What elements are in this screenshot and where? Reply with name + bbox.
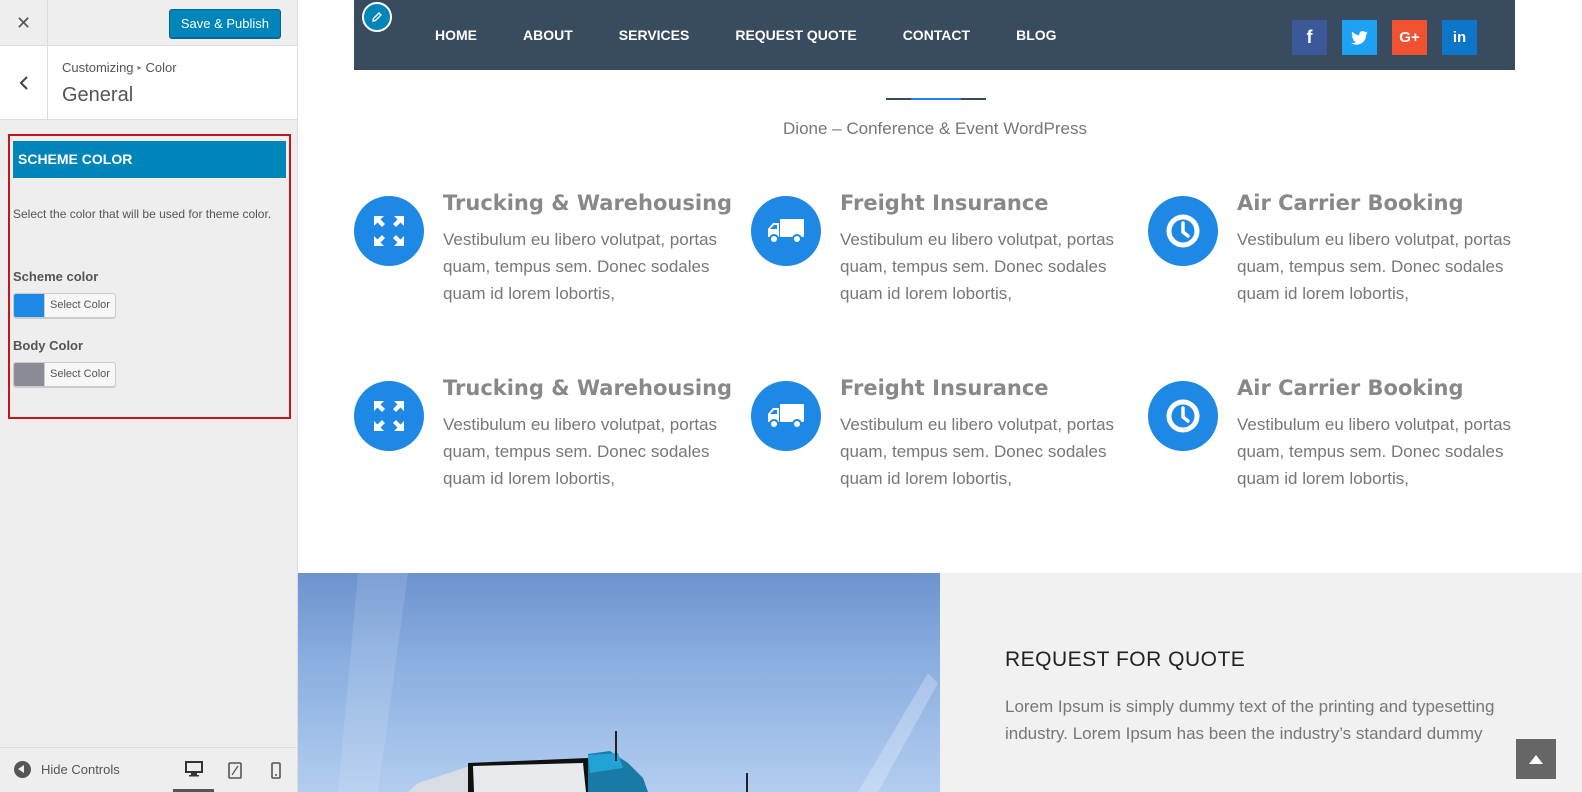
preview-mobile-button[interactable]: [255, 748, 296, 792]
chevron-left-icon: [19, 75, 28, 90]
scheme-color-swatch: [14, 294, 45, 317]
feature-icon-circle: [751, 381, 821, 451]
close-customizer-button[interactable]: ✕: [0, 0, 48, 46]
facebook-link[interactable]: f: [1292, 20, 1327, 55]
feature-text: Vestibulum eu libero volutpat, portas qu…: [840, 415, 1115, 488]
select-color-label: Select Color: [50, 368, 110, 380]
truck-photo-illustration: [338, 573, 938, 792]
social-links: f G+ in: [1292, 20, 1477, 55]
scheme-color-picker-button[interactable]: Select Color: [13, 293, 116, 318]
desktop-icon: [184, 760, 203, 776]
feature-text: Vestibulum eu libero volutpat, portas qu…: [840, 230, 1115, 303]
facebook-icon: f: [1306, 27, 1313, 47]
feature-item: Air Carrier Booking Vestibulum eu libero…: [1148, 191, 1528, 316]
request-quote-title: REQUEST FOR QUOTE: [1005, 648, 1246, 671]
feature-text: Vestibulum eu libero volutpat, portas qu…: [443, 415, 718, 488]
nav-services[interactable]: SERVICES: [619, 0, 690, 70]
feature-title: Air Carrier Booking: [1237, 191, 1464, 215]
nav-home[interactable]: HOME: [435, 0, 477, 70]
twitter-icon: [1351, 30, 1368, 45]
hide-controls-button[interactable]: Hide Controls: [14, 761, 120, 778]
customizer-footer: Hide Controls: [0, 747, 297, 792]
linkedin-icon: in: [1452, 29, 1467, 46]
scheme-color-description: Select the color that will be used for t…: [13, 207, 272, 221]
expand-icon: [374, 216, 404, 246]
feature-item: Trucking & Warehousing Vestibulum eu lib…: [354, 191, 734, 316]
mobile-icon: [270, 761, 281, 779]
body-color-label: Body Color: [13, 338, 84, 353]
customizer-header: ✕ Save & Publish: [0, 0, 297, 46]
preview-tablet-button[interactable]: [214, 748, 255, 792]
preview-desktop-button[interactable]: [173, 748, 214, 792]
save-publish-button[interactable]: Save & Publish: [168, 9, 281, 38]
site-navbar: HOME ABOUT SERVICES REQUEST QUOTE CONTAC…: [354, 0, 1515, 70]
customizer-sidebar: ✕ Save & Publish Customizing ▸ Color Gener…: [0, 0, 298, 792]
site-preview: HOME ABOUT SERVICES REQUEST QUOTE CONTAC…: [298, 0, 1582, 792]
feature-title: Freight Insurance: [840, 376, 1049, 400]
nav-request-quote[interactable]: REQUEST QUOTE: [735, 0, 856, 70]
back-button[interactable]: [0, 46, 48, 119]
close-icon: ✕: [15, 12, 32, 34]
feature-item: Freight Insurance Vestibulum eu libero v…: [751, 376, 1131, 501]
feature-text: Vestibulum eu libero volutpat, portas qu…: [1237, 230, 1512, 303]
expand-icon: [374, 401, 404, 431]
feature-icon-circle: [1148, 381, 1218, 451]
google-plus-icon: G+: [1399, 29, 1420, 46]
edit-shortcut-button[interactable]: [362, 2, 392, 32]
caret-up-icon: [1529, 754, 1543, 764]
feature-icon-circle: [751, 196, 821, 266]
feature-title: Freight Insurance: [840, 191, 1049, 215]
feature-icon-circle: [1148, 196, 1218, 266]
truck-photo: [298, 573, 940, 792]
scheme-color-heading[interactable]: SCHEME COLOR: [13, 141, 286, 178]
body-color-picker-button[interactable]: Select Color: [13, 362, 116, 387]
breadcrumb-parent: Customizing: [62, 60, 134, 75]
tablet-icon: [227, 761, 242, 779]
feature-icon-circle: [354, 196, 424, 266]
feature-text: Vestibulum eu libero volutpat, portas qu…: [1237, 415, 1512, 488]
nav-about[interactable]: ABOUT: [523, 0, 573, 70]
section-title: General: [62, 84, 134, 106]
breadcrumb: Customizing ▸ Color: [62, 60, 177, 75]
truck-icon: [768, 219, 804, 244]
nav-blog[interactable]: BLOG: [1016, 0, 1056, 70]
feature-title: Air Carrier Booking: [1237, 376, 1464, 400]
twitter-link[interactable]: [1342, 20, 1377, 55]
feature-text: Vestibulum eu libero volutpat, portas qu…: [443, 230, 718, 303]
scheme-color-label: Scheme color: [13, 269, 99, 284]
pencil-icon: [372, 12, 382, 22]
linkedin-link[interactable]: in: [1442, 20, 1477, 55]
section-header: Customizing ▸ Color General: [0, 46, 297, 120]
feature-item: Air Carrier Booking Vestibulum eu libero…: [1148, 376, 1528, 501]
feature-title: Trucking & Warehousing: [443, 191, 733, 215]
feature-item: Trucking & Warehousing Vestibulum eu lib…: [354, 376, 734, 501]
main-menu: HOME ABOUT SERVICES REQUEST QUOTE CONTAC…: [435, 0, 1057, 70]
nav-contact[interactable]: CONTACT: [903, 0, 970, 70]
request-quote-text: Lorem Ipsum is simply dummy text of the …: [1005, 697, 1495, 743]
collapse-arrow-icon: [14, 761, 31, 778]
clock-icon: [1166, 399, 1200, 433]
scroll-to-top-button[interactable]: [1516, 739, 1556, 779]
section-divider: [886, 98, 986, 100]
feature-icon-circle: [354, 381, 424, 451]
clock-icon: [1166, 214, 1200, 248]
google-plus-link[interactable]: G+: [1392, 20, 1427, 55]
section-subtitle: Dione – Conference & Event WordPress: [783, 119, 1087, 138]
scheme-color-controls: SCHEME COLOR Select the color that will …: [8, 134, 291, 419]
request-quote-section: REQUEST FOR QUOTE Lorem Ipsum is simply …: [940, 573, 1582, 792]
hide-controls-label: Hide Controls: [41, 762, 120, 777]
select-color-label: Select Color: [50, 299, 110, 311]
feature-item: Freight Insurance Vestibulum eu libero v…: [751, 191, 1131, 316]
breadcrumb-separator-icon: ▸: [137, 63, 142, 72]
breadcrumb-child: Color: [145, 60, 177, 75]
truck-icon: [768, 404, 804, 429]
feature-title: Trucking & Warehousing: [443, 376, 733, 400]
body-color-swatch: [14, 363, 45, 386]
